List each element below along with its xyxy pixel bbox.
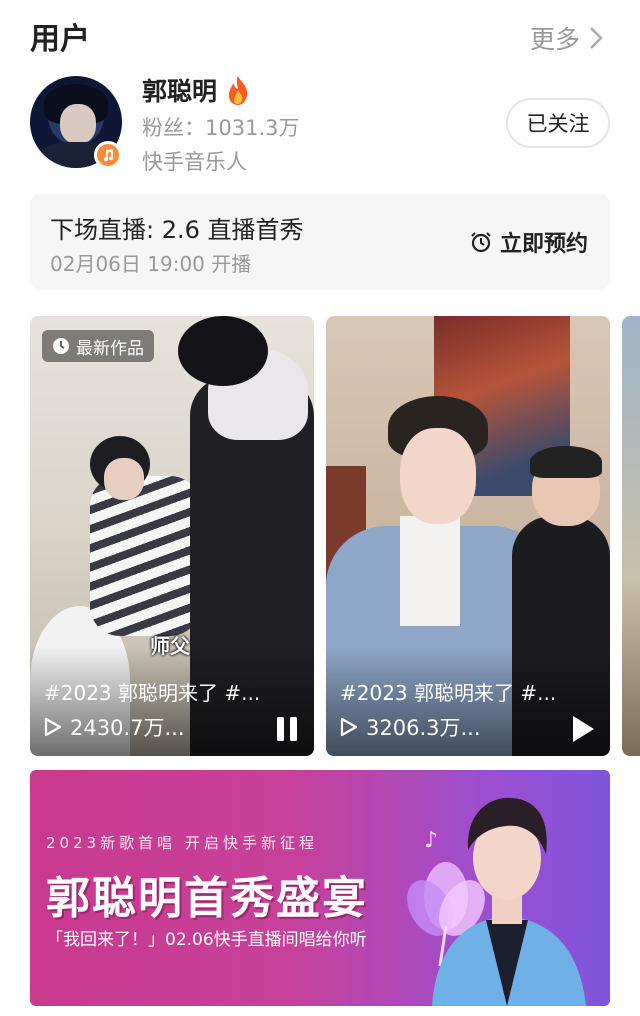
live-title: 下场直播: 2.6 直播首秀 bbox=[50, 216, 304, 244]
play-icon bbox=[340, 717, 358, 737]
play-button[interactable] bbox=[570, 714, 596, 744]
view-count-row: 3206.3万... bbox=[340, 712, 481, 742]
follow-button[interactable]: 已关注 bbox=[506, 98, 610, 148]
video-caption: #2023 郭聪明来了 #... bbox=[340, 681, 557, 705]
banner-title: 郭聪明首秀盛宴 bbox=[46, 873, 368, 924]
banner-subtitle: 2023新歌首唱 开启快手新征程 bbox=[46, 834, 318, 852]
pause-icon bbox=[277, 717, 297, 741]
section-header: 用户 更多 bbox=[0, 0, 640, 76]
reserve-button[interactable]: 立即预约 bbox=[470, 226, 588, 258]
more-label: 更多 bbox=[529, 25, 580, 54]
latest-badge-label: 最新作品 bbox=[76, 338, 144, 359]
view-count: 3206.3万... bbox=[366, 716, 481, 740]
video-card-peek[interactable] bbox=[622, 316, 640, 756]
user-name-row[interactable]: 郭聪明 bbox=[142, 72, 253, 108]
video-caption: #2023 郭聪明来了 #... bbox=[44, 681, 261, 705]
fire-icon bbox=[223, 74, 253, 106]
alarm-clock-icon bbox=[471, 232, 491, 253]
video-card[interactable]: #2023 郭聪明来了 #... 3206.3万... bbox=[326, 316, 610, 756]
fans-count: 粉丝：1031.3万 bbox=[142, 116, 300, 140]
view-count-row: 2430.7万... bbox=[44, 712, 185, 742]
video-card[interactable]: 最新作品 师父 #2023 郭聪明来了 #... 2430.7万... bbox=[30, 316, 314, 756]
live-time: 02月06日 19:00 开播 bbox=[50, 252, 252, 276]
promo-banner[interactable]: 2023新歌首唱 开启快手新征程 郭聪明首秀盛宴 「我回来了！」02.06快手直… bbox=[30, 770, 610, 1006]
user-name: 郭聪明 bbox=[142, 77, 218, 106]
pause-button[interactable] bbox=[274, 714, 300, 744]
view-count: 2430.7万... bbox=[70, 716, 185, 740]
live-schedule-card[interactable]: 下场直播: 2.6 直播首秀 02月06日 19:00 开播 立即预约 bbox=[30, 194, 610, 290]
clock-icon bbox=[53, 338, 69, 354]
user-tag: 快手音乐人 bbox=[142, 150, 247, 174]
more-link[interactable]: 更多 bbox=[530, 20, 604, 56]
chevron-right-icon bbox=[590, 27, 603, 49]
banner-footer: 「我回来了！」02.06快手直播间唱给你听 bbox=[46, 930, 367, 950]
latest-badge: 最新作品 bbox=[42, 330, 154, 362]
play-icon bbox=[44, 717, 62, 737]
section-title: 用户 bbox=[30, 22, 90, 57]
reserve-label: 立即预约 bbox=[499, 232, 588, 257]
artist-photo bbox=[432, 797, 586, 1006]
play-icon bbox=[573, 716, 594, 742]
music-note-icon bbox=[94, 141, 122, 169]
